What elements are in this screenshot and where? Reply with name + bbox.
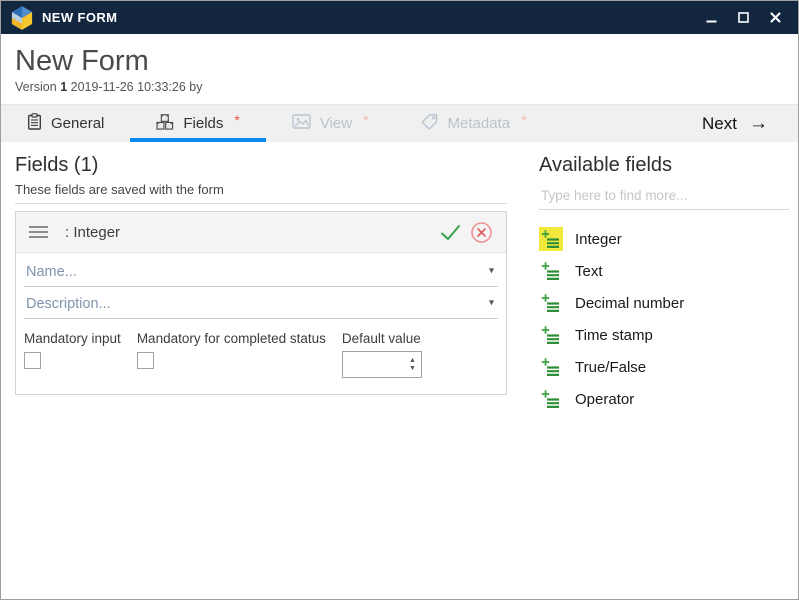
- fields-panel: Fields (1) These fields are saved with t…: [15, 154, 507, 599]
- required-asterisk: *: [521, 112, 526, 128]
- tab-label: Metadata: [448, 115, 511, 132]
- window-title: NEW FORM: [42, 10, 117, 25]
- arrow-right-icon: →: [749, 114, 768, 133]
- available-field-label: Decimal number: [575, 295, 684, 312]
- field-card-actions: [440, 221, 493, 244]
- mandatory-input-group: Mandatory input: [24, 331, 121, 369]
- drag-handle-icon[interactable]: [29, 225, 48, 239]
- maximize-button[interactable]: [730, 5, 756, 31]
- available-field-label: Text: [575, 263, 603, 280]
- available-field-label: Time stamp: [575, 327, 653, 344]
- search-input[interactable]: [539, 185, 789, 209]
- tab-label: General: [51, 115, 104, 132]
- available-fields-list: Integer Text: [539, 223, 789, 415]
- mandatory-completed-checkbox[interactable]: [137, 352, 154, 369]
- next-button[interactable]: Next →: [686, 105, 798, 142]
- field-description-input[interactable]: [24, 287, 498, 318]
- fields-panel-subtitle: These fields are saved with the form: [15, 182, 507, 204]
- window-controls: [698, 5, 798, 31]
- available-field-label: True/False: [575, 359, 646, 376]
- remove-field-button[interactable]: [470, 221, 493, 244]
- fields-panel-title: Fields (1): [15, 154, 507, 177]
- mandatory-input-label: Mandatory input: [24, 331, 121, 346]
- field-description-row: ▾: [24, 287, 498, 319]
- add-field-icon: [539, 323, 563, 347]
- version-label: Version: [15, 80, 57, 94]
- available-field-label: Integer: [575, 231, 622, 248]
- mandatory-completed-group: Mandatory for completed status: [137, 331, 326, 369]
- default-value-label: Default value: [342, 331, 422, 346]
- chevron-down-icon[interactable]: ▾: [489, 297, 494, 308]
- field-card-body: ▾ ▾ Mandatory input Mandatory for comple…: [16, 253, 506, 394]
- close-button[interactable]: [762, 5, 788, 31]
- spinner-down-icon[interactable]: ▼: [409, 365, 416, 373]
- default-value-input[interactable]: [343, 352, 409, 377]
- titlebar: NEW FORM: [1, 1, 798, 34]
- default-value-spinner: ▲ ▼: [342, 351, 422, 378]
- field-name-input[interactable]: [24, 255, 498, 286]
- tab-label: Fields: [183, 115, 223, 132]
- clipboard-icon: [27, 113, 42, 134]
- available-fields-panel: Available fields Integer: [539, 154, 789, 599]
- add-field-icon: [539, 259, 563, 283]
- available-field-decimal-number[interactable]: Decimal number: [539, 287, 789, 319]
- version-number: 1: [60, 80, 67, 94]
- available-field-true-false[interactable]: True/False: [539, 351, 789, 383]
- mandatory-input-checkbox[interactable]: [24, 352, 41, 369]
- available-fields-title: Available fields: [539, 154, 789, 177]
- tabbar: General Fields *: [1, 104, 798, 142]
- tab-fields[interactable]: Fields *: [130, 105, 265, 142]
- cubes-icon: [156, 114, 174, 134]
- minimize-button[interactable]: [698, 5, 724, 31]
- available-fields-search: [539, 185, 789, 210]
- default-value-group: Default value ▲ ▼: [342, 331, 422, 378]
- spinner-arrows: ▲ ▼: [409, 352, 421, 377]
- available-field-operator[interactable]: Operator: [539, 383, 789, 415]
- tab-general[interactable]: General: [1, 105, 130, 142]
- spinner-up-icon[interactable]: ▲: [409, 357, 416, 365]
- required-asterisk: *: [234, 112, 239, 128]
- tag-icon: [421, 114, 439, 134]
- page-header: New Form Version 1 2019-11-26 10:33:26 b…: [1, 34, 798, 94]
- tab-view[interactable]: View *: [266, 105, 395, 142]
- chevron-down-icon[interactable]: ▾: [489, 265, 494, 276]
- tab-metadata[interactable]: Metadata *: [395, 105, 553, 142]
- next-label: Next: [702, 114, 737, 134]
- add-field-icon: [539, 387, 563, 411]
- field-options-row: Mandatory input Mandatory for completed …: [24, 331, 498, 378]
- image-icon: [292, 114, 311, 133]
- field-card-header: : Integer: [16, 212, 506, 253]
- version-line: Version 1 2019-11-26 10:33:26 by: [15, 80, 784, 94]
- app-window: NEW FORM New Form Version 1 2019-11-26 1…: [0, 0, 799, 600]
- field-card-title: : Integer: [65, 224, 120, 241]
- version-date: 2019-11-26 10:33:26 by: [71, 80, 203, 94]
- available-field-text[interactable]: Text: [539, 255, 789, 287]
- page-title: New Form: [15, 45, 784, 78]
- tab-label: View: [320, 115, 352, 132]
- app-logo-icon: [11, 6, 33, 30]
- add-field-icon: [539, 291, 563, 315]
- required-asterisk: *: [363, 112, 368, 128]
- confirm-field-button[interactable]: [440, 224, 461, 241]
- mandatory-completed-label: Mandatory for completed status: [137, 331, 326, 346]
- add-field-icon: [539, 227, 563, 251]
- field-card-integer: : Integer: [15, 211, 507, 395]
- available-field-time-stamp[interactable]: Time stamp: [539, 319, 789, 351]
- available-field-integer[interactable]: Integer: [539, 223, 789, 255]
- main-content: Fields (1) These fields are saved with t…: [1, 142, 798, 599]
- available-field-label: Operator: [575, 391, 634, 408]
- field-name-row: ▾: [24, 255, 498, 287]
- add-field-icon: [539, 355, 563, 379]
